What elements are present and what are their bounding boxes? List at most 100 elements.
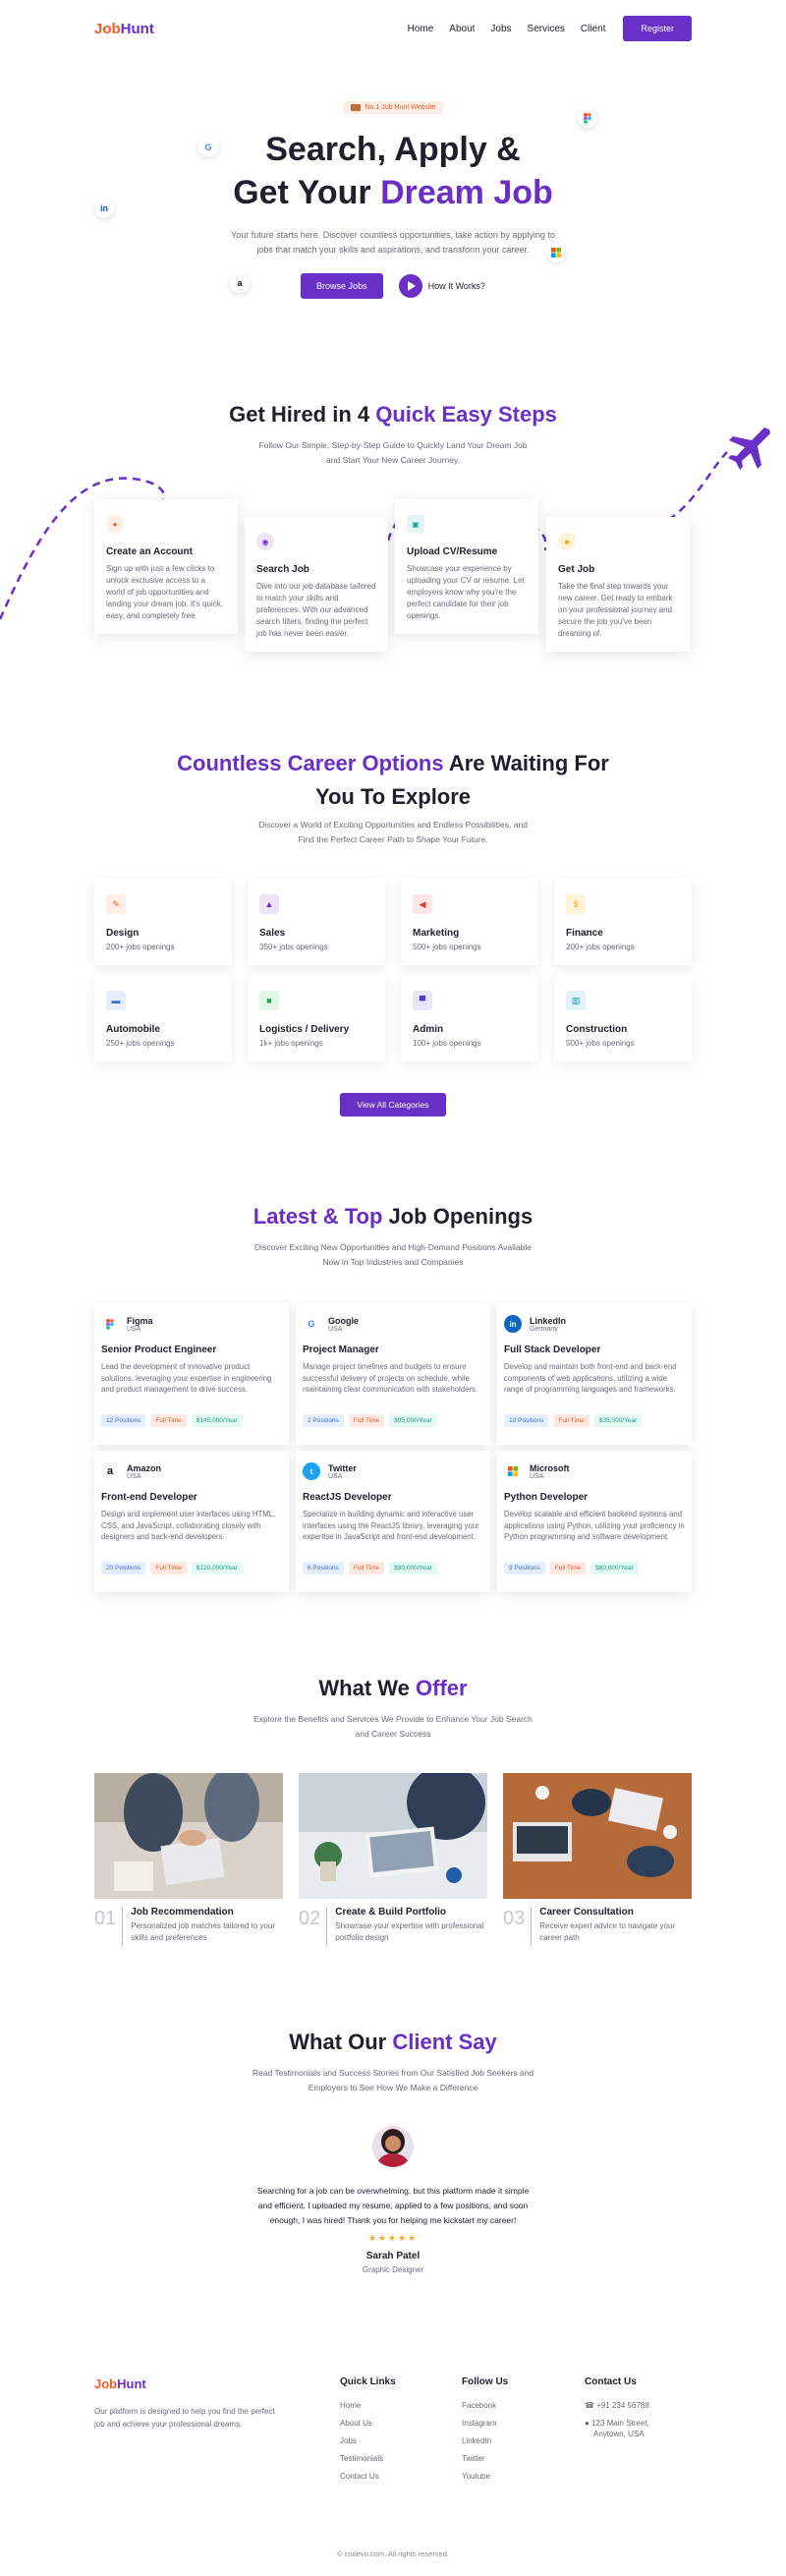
monitor-icon: ▀ (413, 991, 432, 1010)
address-line1: 123 Main Street, (591, 2419, 649, 2428)
category-card-sales[interactable]: ▲ Sales 350+ jobs openings (248, 879, 385, 965)
category-count: 200+ jobs openings (566, 943, 635, 951)
page: JobHunt Home About Jobs Services Client … (0, 0, 786, 2576)
phone-icon: ☎ (585, 2401, 597, 2410)
footer-phone[interactable]: ☎ +91 234 56788 (585, 2401, 649, 2410)
how-it-works-button[interactable]: How It Works? (398, 274, 485, 298)
salary-tag: $35,000/Year (593, 1414, 643, 1427)
job-tags: 10 Positions Full Time $35,000/Year (504, 1414, 685, 1427)
company-location: USA (530, 1472, 544, 1480)
how-it-works-label: How It Works? (427, 281, 485, 291)
company-name: Microsoft (530, 1462, 570, 1473)
category-card-logistics[interactable]: ■ Logistics / Delivery 1k+ jobs openings (248, 975, 385, 1061)
offer-subtitle: Explore the Benefits and Services We Pro… (0, 1712, 786, 1742)
job-description: Develop and maintain both front-end and … (504, 1362, 677, 1394)
job-card-google[interactable]: G Google USA Project Manager Manage proje… (296, 1303, 490, 1445)
footer-logo[interactable]: JobHunt (94, 2376, 281, 2391)
nav-link-client[interactable]: Client (581, 24, 606, 34)
job-header: Figma USA (101, 1315, 282, 1333)
step-card-search-job[interactable]: ◉ Search Job Dive into our job database … (245, 517, 388, 652)
category-card-marketing[interactable]: ◀ Marketing 500+ jobs openings (401, 879, 538, 965)
job-card-linkedin[interactable]: in LinkedIn Germany Full Stack Developer … (497, 1303, 692, 1445)
hero-title-highlight: Dream Job (380, 174, 553, 211)
step-desc: Sign up with just a few clicks to unlock… (106, 564, 223, 620)
step-title: Upload CV/Resume (407, 546, 498, 557)
nav-link-about[interactable]: About (449, 24, 475, 34)
salary-tag: $95,000/Year (389, 1414, 437, 1427)
nav-link-services[interactable]: Services (528, 24, 565, 34)
footer-link-youtube[interactable]: Youtube (462, 2472, 508, 2481)
register-button[interactable]: Register (623, 16, 692, 41)
category-card-finance[interactable]: $ Finance 200+ jobs openings (554, 879, 692, 965)
logo[interactable]: JobHunt (94, 21, 154, 37)
footer-link-contact[interactable]: Contact Us (340, 2472, 396, 2481)
category-card-design[interactable]: ✎ Design 200+ jobs openings (94, 879, 232, 965)
offer-item-desc: Personalized job matches tailored to you… (131, 1921, 275, 1942)
footer-link-linkedin[interactable]: LinkedIn (462, 2436, 508, 2445)
footer-address: ● 123 Main Street, (585, 2419, 649, 2428)
job-header: in LinkedIn Germany (504, 1315, 685, 1333)
logo-part-hunt: Hunt (120, 20, 154, 37)
offer-title-highlight: Offer (416, 1676, 468, 1700)
step-desc: Dive into our job database tailored to m… (256, 582, 376, 638)
category-name: Admin (413, 1024, 444, 1035)
job-card-microsoft[interactable]: Microsoft USA Python Developer Develop sc… (497, 1451, 692, 1592)
job-title: ReactJS Developer (303, 1492, 392, 1503)
job-card-twitter[interactable]: t Twitter USA ReactJS Developer Specializ… (296, 1451, 490, 1592)
job-tags: 2 Positions Full Time $95,000/Year (303, 1414, 483, 1427)
footer-link-home[interactable]: Home (340, 2401, 396, 2410)
nav-link-home[interactable]: Home (408, 24, 434, 34)
category-name: Design (106, 928, 140, 939)
hero-title-line1: Search, Apply & (265, 131, 521, 168)
job-card-amazon[interactable]: a Amazon USA Front-end Developer Design a… (94, 1451, 289, 1592)
category-card-automobile[interactable]: ▬ Automobile 250+ jobs openings (94, 975, 232, 1061)
categories-title: Countless Career Options Are Waiting For… (0, 747, 786, 814)
categories-title-highlight: Countless Career Options (177, 751, 444, 775)
navbar: JobHunt Home About Jobs Services Client … (0, 0, 786, 57)
search-icon: ◉ (256, 533, 274, 550)
hero-badge: No.1 Job Hunt Website (342, 101, 444, 114)
category-card-construction[interactable]: ▥ Construction 500+ jobs openings (554, 975, 692, 1061)
offer-item-title: Job Recommendation (131, 1907, 234, 1918)
company-name: Amazon (127, 1462, 162, 1473)
footer-link-twitter[interactable]: Twitter (462, 2454, 508, 2463)
sales-icon: ▲ (259, 894, 279, 914)
nav-link-jobs[interactable]: Jobs (490, 24, 511, 34)
job-card-figma[interactable]: Figma USA Senior Product Engineer Lead th… (94, 1303, 289, 1445)
category-count: 500+ jobs openings (566, 1039, 635, 1048)
browse-jobs-button[interactable]: Browse Jobs (301, 273, 383, 299)
job-tags: 6 Positions Full Time $30,000/Year (303, 1562, 483, 1574)
job-header: t Twitter USA (303, 1462, 483, 1480)
step-card-get-job[interactable]: ■ Get Job Take the final step towards yo… (546, 517, 690, 652)
category-count: 100+ jobs openings (413, 1039, 481, 1048)
testimonial-name: Sarah Patel (365, 2251, 421, 2261)
hero-description: Your future starts here. Discover countl… (231, 230, 555, 255)
job-header: G Google USA (303, 1315, 483, 1333)
job-tags: 20 Positions Full Time $120,000/Year (101, 1562, 282, 1574)
step-title: Create an Account (106, 546, 193, 557)
step-card-upload-cv[interactable]: ▣ Upload CV/Resume Showcase your experie… (395, 499, 538, 634)
twitter-icon: t (303, 1462, 320, 1480)
category-name: Finance (566, 928, 603, 939)
company-location: USA (127, 1472, 141, 1480)
footer-link-instagram[interactable]: Instagram (462, 2419, 508, 2428)
categories-title-b: Are Waiting For (443, 751, 609, 775)
quote-line1: Searching for a job can be overwhelming,… (256, 2186, 530, 2196)
job-type-tag: Full Time (348, 1562, 385, 1574)
category-card-admin[interactable]: ▀ Admin 100+ jobs openings (401, 975, 538, 1061)
positions-tag: 2 Positions (303, 1414, 344, 1427)
company-location: Germany (530, 1325, 558, 1333)
footer-link-about[interactable]: About Us (340, 2419, 396, 2428)
job-title: Full Stack Developer (504, 1345, 601, 1355)
step-card-create-account[interactable]: ● Create an Account Sign up with just a … (94, 499, 238, 634)
footer-link-facebook[interactable]: Facebook (462, 2401, 508, 2410)
nav-links: Home About Jobs Services Client (408, 24, 606, 34)
view-all-categories-button[interactable]: View All Categories (340, 1093, 446, 1116)
footer-link-jobs[interactable]: Jobs (340, 2436, 396, 2445)
company-name: Figma (127, 1315, 153, 1326)
footer-link-testimonials[interactable]: Testimonials (340, 2454, 396, 2463)
jobs-sub1: Discover Exciting New Opportunities and … (254, 1242, 532, 1252)
positions-tag: 12 Positions (101, 1414, 146, 1427)
category-count: 350+ jobs openings (259, 943, 328, 951)
category-name: Automobile (106, 1024, 160, 1035)
